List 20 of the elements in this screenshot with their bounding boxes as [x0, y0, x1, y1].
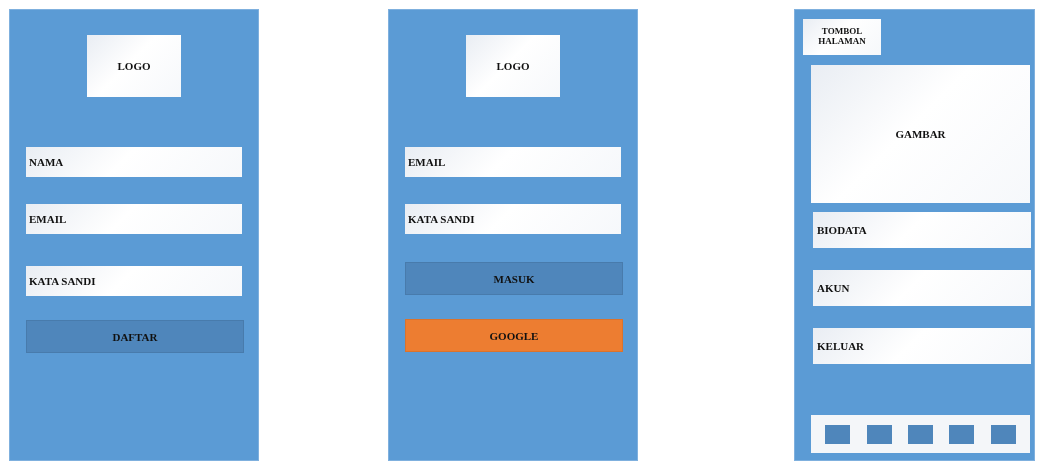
nav-icon[interactable]	[990, 424, 1016, 444]
action-button[interactable]: DAFTAR	[26, 320, 244, 353]
input-field[interactable]: NAMA	[26, 147, 242, 177]
input-field[interactable]: KATA SANDI	[405, 204, 621, 234]
page-button[interactable]: TOMBOL HALAMAN	[803, 19, 881, 55]
image-label: GAMBAR	[895, 128, 946, 140]
nav-icon[interactable]	[825, 424, 851, 444]
input-field[interactable]: EMAIL	[26, 204, 242, 234]
nav-icon[interactable]	[907, 424, 933, 444]
menu-item[interactable]: BIODATA	[813, 212, 1031, 248]
input-field[interactable]: EMAIL	[405, 147, 621, 177]
nav-icon[interactable]	[866, 424, 892, 444]
menu-item[interactable]: AKUN	[813, 270, 1031, 306]
action-button[interactable]: GOOGLE	[405, 319, 623, 352]
menu-item[interactable]: KELUAR	[813, 328, 1031, 364]
input-field[interactable]: KATA SANDI	[26, 266, 242, 296]
logo-label: LOGO	[496, 60, 530, 72]
logo-label: LOGO	[117, 60, 151, 72]
nav-icon[interactable]	[949, 424, 975, 444]
action-button[interactable]: MASUK	[405, 262, 623, 295]
